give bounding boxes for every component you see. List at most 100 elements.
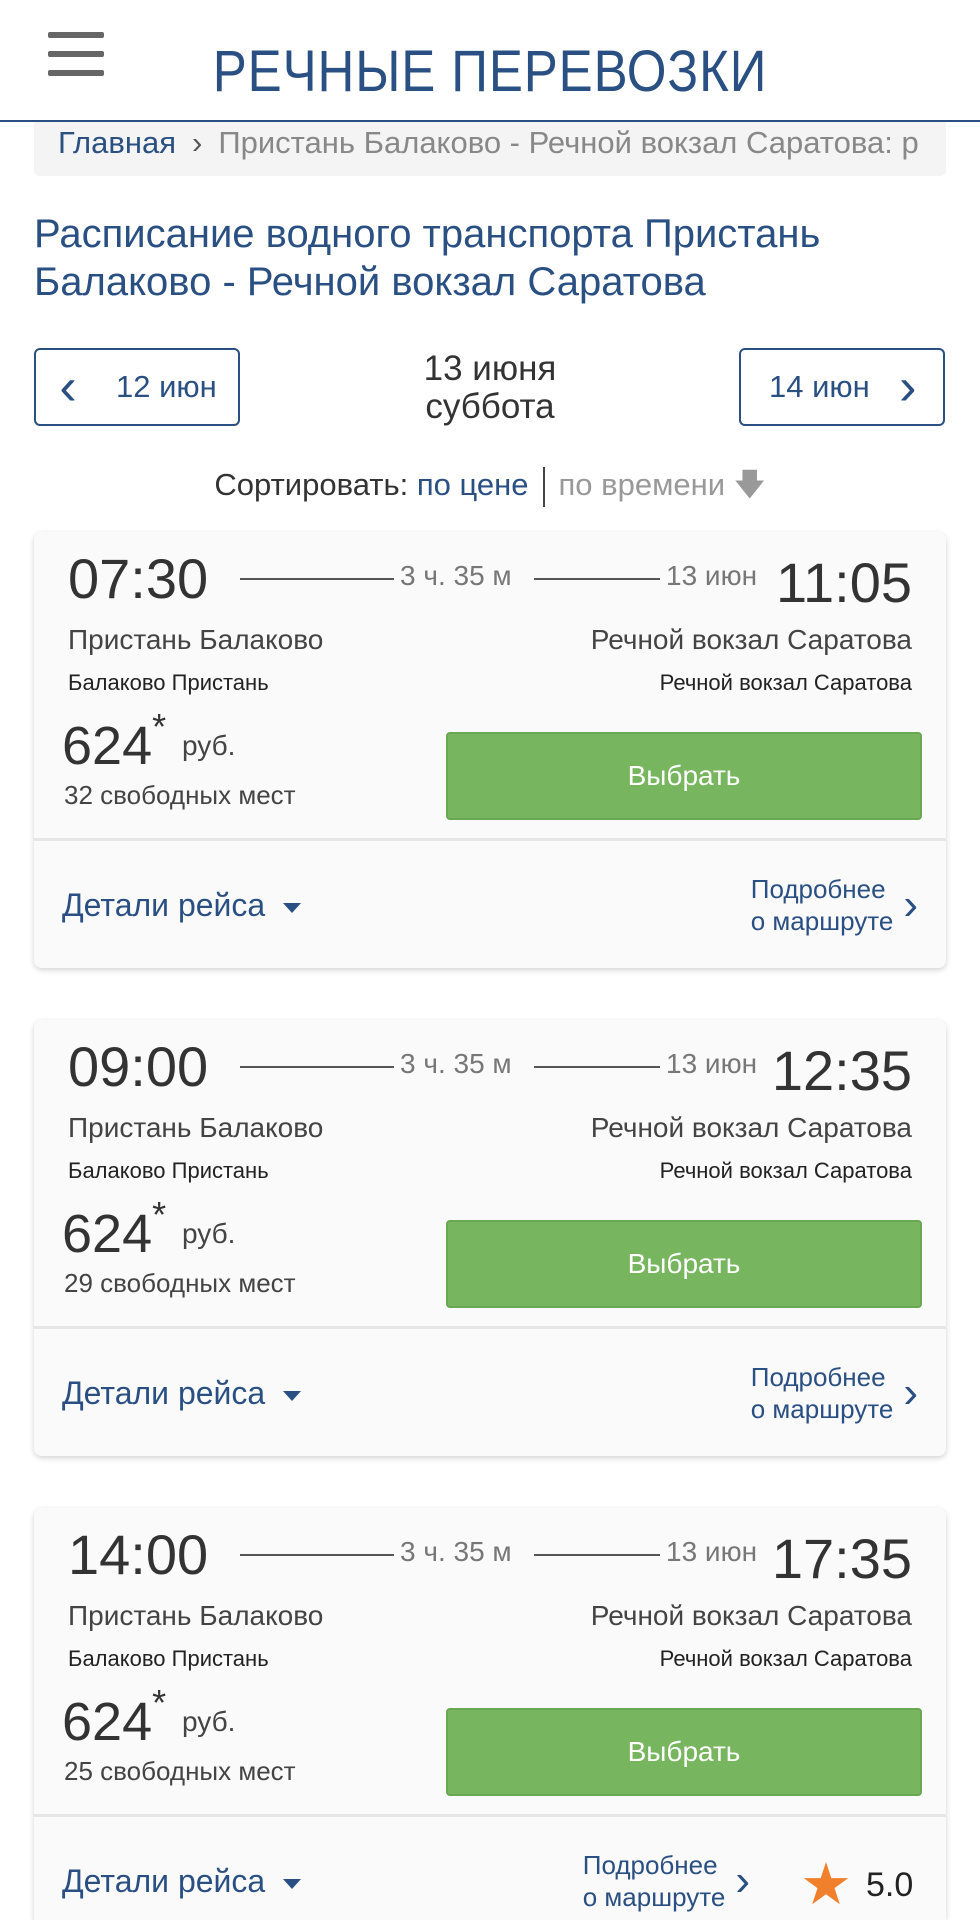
trip-footer: Детали рейса Подробнее о маршруте › — [34, 1326, 946, 1456]
arrival-station: Речной вокзал Саратова — [590, 1112, 912, 1143]
route-info-line2: о маршруте — [750, 1394, 894, 1424]
route-info-line2: о маршруте — [750, 906, 894, 936]
site-title[interactable]: РЕЧНЫЕ ПЕРЕВОЗКИ — [59, 38, 921, 105]
app-header: РЕЧНЫЕ ПЕРЕВОЗКИ — [0, 0, 980, 122]
route-line — [534, 1554, 660, 1556]
breadcrumb: Главная › Пристань Балаково - Речной вокза… — [34, 122, 946, 176]
trip-card: 07:30 3 ч. 35 м 13 июн 11:05 Пристань Ба… — [34, 532, 946, 968]
price-mark: * — [152, 706, 167, 747]
trip-details-toggle[interactable]: Детали рейса — [62, 887, 302, 924]
current-date: 13 июня суббота — [360, 350, 620, 426]
trip-card: 09:00 3 ч. 35 м 13 июн 12:35 Пристань Ба… — [34, 1020, 946, 1456]
route-info-line1: Подробнее — [582, 1850, 718, 1880]
trip-details-label: Детали рейса — [62, 1863, 266, 1899]
breadcrumb-current: Пристань Балаково - Речной вокзал Сарато… — [218, 125, 919, 160]
chevron-right-icon: › — [899, 358, 917, 416]
route-line — [534, 1066, 660, 1068]
sort-divider — [542, 466, 545, 507]
departure-pier: Балаково Пристань — [68, 1158, 269, 1183]
arrow-down-icon[interactable]: 🡇 — [734, 467, 766, 502]
arrival-date: 13 июн — [666, 1536, 758, 1567]
price-currency: руб. — [182, 1706, 236, 1737]
select-trip-button[interactable]: Выбрать — [446, 1220, 922, 1308]
trip-details-toggle[interactable]: Детали рейса — [62, 1863, 302, 1900]
arrival-date: 13 июн — [666, 560, 758, 591]
price-value: 624 — [62, 1204, 153, 1264]
star-icon: ★ — [800, 1852, 852, 1917]
route-info-line1: Подробнее — [750, 1362, 886, 1392]
free-seats: 32 свободных мест — [64, 780, 296, 810]
chevron-right-icon: › — [903, 880, 918, 929]
rating-value: 5.0 — [866, 1865, 914, 1904]
trip-duration: 3 ч. 35 м — [400, 560, 512, 591]
price-mark: * — [152, 1682, 167, 1723]
route-info-link[interactable]: Подробнее о маршруте › — [751, 873, 918, 937]
departure-station: Пристань Балаково — [68, 1112, 324, 1143]
arrival-time: 11:05 — [776, 551, 912, 614]
trip-duration: 3 ч. 35 м — [400, 1536, 512, 1567]
ticket-price: 624* — [62, 1194, 166, 1265]
departure-time: 07:30 — [68, 547, 209, 610]
arrival-station: Речной вокзал Саратова — [590, 624, 912, 655]
ticket-price: 624* — [62, 706, 166, 777]
free-seats: 25 свободных мест — [64, 1756, 296, 1786]
price-value: 624 — [62, 716, 153, 776]
next-date-label: 14 июн — [769, 369, 870, 404]
caret-down-icon — [283, 902, 302, 913]
trip-duration: 3 ч. 35 м — [400, 1048, 512, 1079]
route-info-line1: Подробнее — [750, 874, 886, 904]
route-info-link[interactable]: Подробнее о маршруте › — [583, 1849, 750, 1913]
departure-station: Пристань Балаково — [68, 1600, 324, 1631]
trip-footer: Детали рейса Подробнее о маршруте › — [34, 838, 946, 968]
route-line — [240, 1066, 394, 1068]
departure-pier: Балаково Пристань — [68, 1646, 269, 1671]
caret-down-icon — [283, 1878, 302, 1889]
price-currency: руб. — [182, 730, 236, 761]
current-date-weekday: суббота — [425, 387, 555, 426]
arrival-pier: Речной вокзал Саратова — [659, 670, 912, 695]
trip-summary: 09:00 3 ч. 35 м 13 июн 12:35 Пристань Ба… — [34, 1020, 946, 1326]
price-currency: руб. — [182, 1218, 236, 1249]
arrival-time: 12:35 — [771, 1039, 912, 1102]
chevron-left-icon: ‹ — [59, 358, 77, 416]
next-date-button[interactable]: 14 июн › — [739, 348, 945, 426]
select-trip-button[interactable]: Выбрать — [446, 1708, 922, 1796]
sort-by-time[interactable]: по времени — [559, 467, 726, 502]
trip-details-label: Детали рейса — [62, 1375, 266, 1411]
departure-station: Пристань Балаково — [68, 624, 324, 655]
arrival-date: 13 июн — [666, 1048, 758, 1079]
route-info-link[interactable]: Подробнее о маршруте › — [751, 1361, 918, 1425]
arrival-station: Речной вокзал Саратова — [590, 1600, 912, 1631]
sort-label: Сортировать: — [214, 467, 409, 502]
route-line — [240, 578, 394, 580]
current-date-day: 13 июня — [423, 349, 557, 388]
departure-time: 09:00 — [68, 1035, 209, 1098]
breadcrumb-home-link[interactable]: Главная — [58, 125, 176, 160]
route-line — [240, 1554, 394, 1556]
departure-time: 14:00 — [68, 1523, 209, 1586]
arrival-pier: Речной вокзал Саратова — [659, 1646, 912, 1671]
arrival-pier: Речной вокзал Саратова — [659, 1158, 912, 1183]
rating-badge[interactable]: ★ 5.0 — [800, 1856, 913, 1914]
ticket-price: 624* — [62, 1682, 166, 1753]
trip-summary: 14:00 3 ч. 35 м 13 июн 17:35 Пристань Ба… — [34, 1508, 946, 1814]
sort-by-price[interactable]: по цене — [417, 467, 529, 502]
route-info-line2: о маршруте — [582, 1882, 726, 1912]
trip-details-label: Детали рейса — [62, 887, 266, 923]
chevron-right-icon: › — [735, 1856, 750, 1905]
departure-pier: Балаково Пристань — [68, 670, 269, 695]
price-value: 624 — [62, 1692, 153, 1752]
prev-date-label: 12 июн — [116, 369, 217, 404]
breadcrumb-separator: › — [192, 125, 203, 160]
trip-summary: 07:30 3 ч. 35 м 13 июн 11:05 Пристань Ба… — [34, 532, 946, 838]
price-mark: * — [152, 1194, 167, 1235]
free-seats: 29 свободных мест — [64, 1268, 296, 1298]
route-line — [534, 578, 660, 580]
chevron-right-icon: › — [903, 1368, 918, 1417]
prev-date-button[interactable]: ‹ 12 июн — [34, 348, 240, 426]
trip-details-toggle[interactable]: Детали рейса — [62, 1375, 302, 1412]
page-title: Расписание водного транспорта Пристань Б… — [34, 212, 821, 304]
arrival-time: 17:35 — [771, 1527, 912, 1590]
select-trip-button[interactable]: Выбрать — [446, 732, 922, 820]
sort-bar: Сортировать: по цене по времени 🡇 — [0, 462, 980, 515]
